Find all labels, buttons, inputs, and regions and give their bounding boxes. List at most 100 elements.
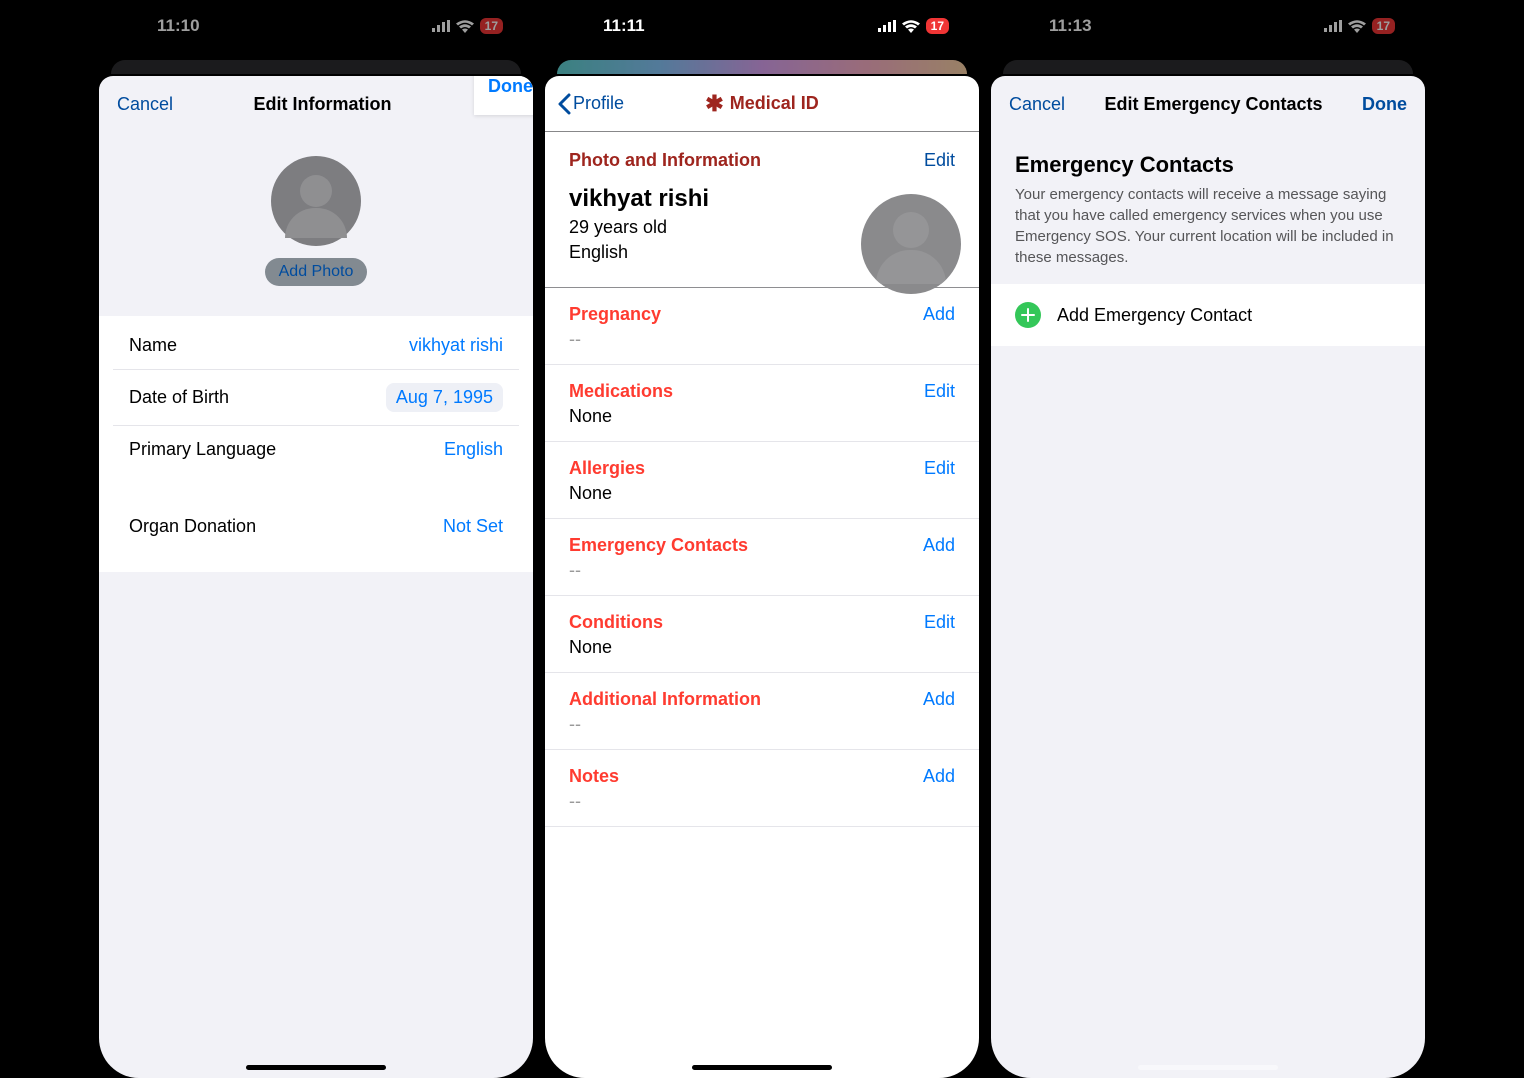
item-value: --: [569, 714, 955, 735]
row-label: Date of Birth: [129, 387, 229, 408]
status-right: 17: [1324, 18, 1395, 34]
item-action-button[interactable]: Edit: [924, 381, 955, 402]
medical-item: Medications Edit None: [545, 365, 979, 442]
avatar-placeholder-icon: [271, 156, 361, 246]
item-action-button[interactable]: Edit: [924, 458, 955, 479]
medical-item: Allergies Edit None: [545, 442, 979, 519]
row-value: Not Set: [443, 516, 503, 537]
status-bar: 11:10 17: [99, 0, 533, 52]
nav-bar: Cancel Edit Emergency Contacts Done: [991, 76, 1425, 132]
phone-screen-2: 11:11 17 Profile ✱ Medical ID Photo and: [545, 0, 979, 1078]
done-button[interactable]: Done: [488, 76, 533, 97]
avatar-placeholder-icon: [861, 194, 961, 294]
item-value: --: [569, 791, 955, 812]
status-bar: 11:11 17: [545, 0, 979, 52]
item-label: Additional Information: [569, 689, 761, 710]
section-description: Your emergency contacts will receive a m…: [1015, 184, 1401, 268]
item-action-button[interactable]: Add: [923, 689, 955, 710]
item-label: Notes: [569, 766, 619, 787]
row-dob[interactable]: Date of Birth Aug 7, 1995: [113, 370, 519, 426]
row-name[interactable]: Name vikhyat rishi: [113, 322, 519, 370]
status-right: 17: [432, 18, 503, 34]
status-right: 17: [878, 18, 949, 34]
nav-bar: Profile ✱ Medical ID: [545, 76, 979, 132]
wifi-icon: [902, 20, 920, 33]
row-organ-donation[interactable]: Organ Donation Not Set: [113, 503, 519, 550]
status-bar: 11:13 17: [991, 0, 1425, 52]
sheet-underlay: [1003, 60, 1413, 74]
cancel-button[interactable]: Cancel: [117, 94, 173, 115]
medical-item: Notes Add --: [545, 750, 979, 827]
wifi-icon: [1348, 20, 1366, 33]
row-language[interactable]: Primary Language English: [113, 426, 519, 473]
item-action-button[interactable]: Edit: [924, 612, 955, 633]
cellular-icon: [1324, 20, 1342, 32]
medical-item: Additional Information Add --: [545, 673, 979, 750]
row-label: Name: [129, 335, 177, 356]
row-value: English: [444, 439, 503, 460]
home-indicator[interactable]: [246, 1065, 386, 1070]
item-value: None: [569, 406, 955, 427]
info-highlight: Name vikhyat rishi Date of Birth Aug 7, …: [99, 316, 533, 572]
row-label: Primary Language: [129, 439, 276, 460]
status-time: 11:10: [157, 16, 200, 36]
sheet-underlay: [557, 60, 967, 74]
medical-item: Conditions Edit None: [545, 596, 979, 673]
edit-information-sheet: Cancel Edit Information Done Add Photo D…: [99, 76, 533, 1078]
edit-button[interactable]: Edit: [924, 150, 955, 171]
row-label: Organ Donation: [129, 516, 256, 537]
section-title: Emergency Contacts: [1015, 152, 1401, 178]
cellular-icon: [432, 20, 450, 32]
emergency-contacts-sheet: Cancel Edit Emergency Contacts Done Emer…: [991, 76, 1425, 1078]
item-value: None: [569, 637, 955, 658]
home-indicator[interactable]: [692, 1065, 832, 1070]
photo-information-block: Photo and Information Edit vikhyat rishi…: [545, 132, 979, 288]
medical-id-sheet: Profile ✱ Medical ID Photo and Informati…: [545, 76, 979, 1078]
item-value: None: [569, 483, 955, 504]
home-indicator[interactable]: [1138, 1065, 1278, 1070]
add-photo-button[interactable]: Add Photo: [265, 258, 368, 286]
medical-items-list: PregnancyAdd--MedicationsEditNoneAllergi…: [545, 288, 979, 827]
row-value: vikhyat rishi: [409, 335, 503, 356]
cancel-button[interactable]: Cancel: [1009, 94, 1065, 115]
back-label: Profile: [573, 93, 624, 114]
phone-screen-3: 11:13 17 Cancel Edit Emergency Contacts …: [991, 0, 1425, 1078]
battery-badge: 17: [926, 18, 949, 34]
item-action-button[interactable]: Add: [923, 304, 955, 325]
item-label: Medications: [569, 381, 673, 402]
status-time: 11:13: [1049, 16, 1092, 36]
add-contact-highlight: Add Emergency Contact: [991, 284, 1425, 346]
section-header: Photo and Information: [569, 150, 761, 171]
medical-item: Emergency Contacts Add --: [545, 519, 979, 596]
plus-circle-icon: [1015, 302, 1041, 328]
phone-screen-1: 11:10 17 Cancel Edit Information Done Ad…: [99, 0, 533, 1078]
medical-id-icon: ✱: [705, 93, 723, 115]
nav-title: Edit Information: [254, 94, 392, 115]
item-label: Allergies: [569, 458, 645, 479]
back-button[interactable]: Profile: [557, 93, 624, 115]
item-action-button[interactable]: Add: [923, 766, 955, 787]
organ-donation-card: Organ Donation Not Set: [113, 503, 519, 550]
item-value: --: [569, 329, 955, 350]
info-card: Name vikhyat rishi Date of Birth Aug 7, …: [113, 322, 519, 473]
medical-item: Pregnancy Add --: [545, 288, 979, 365]
nav-bar: Cancel Edit Information Done: [99, 76, 533, 132]
cellular-icon: [878, 20, 896, 32]
battery-badge: 17: [1372, 18, 1395, 34]
add-emergency-contact-button[interactable]: Add Emergency Contact: [999, 288, 1417, 342]
item-label: Emergency Contacts: [569, 535, 748, 556]
item-label: Pregnancy: [569, 304, 661, 325]
status-time: 11:11: [603, 16, 645, 36]
avatar-area: Add Photo: [99, 132, 533, 316]
done-button[interactable]: Done: [1362, 94, 1407, 115]
sheet-underlay: [111, 60, 521, 74]
battery-badge: 17: [480, 18, 503, 34]
nav-title: Edit Emergency Contacts: [1104, 94, 1322, 115]
section-header: Emergency Contacts Your emergency contac…: [991, 132, 1425, 284]
item-label: Conditions: [569, 612, 663, 633]
item-value: --: [569, 560, 955, 581]
add-contact-label: Add Emergency Contact: [1057, 305, 1252, 326]
wifi-icon: [456, 20, 474, 33]
row-value: Aug 7, 1995: [386, 383, 503, 412]
item-action-button[interactable]: Add: [923, 535, 955, 556]
